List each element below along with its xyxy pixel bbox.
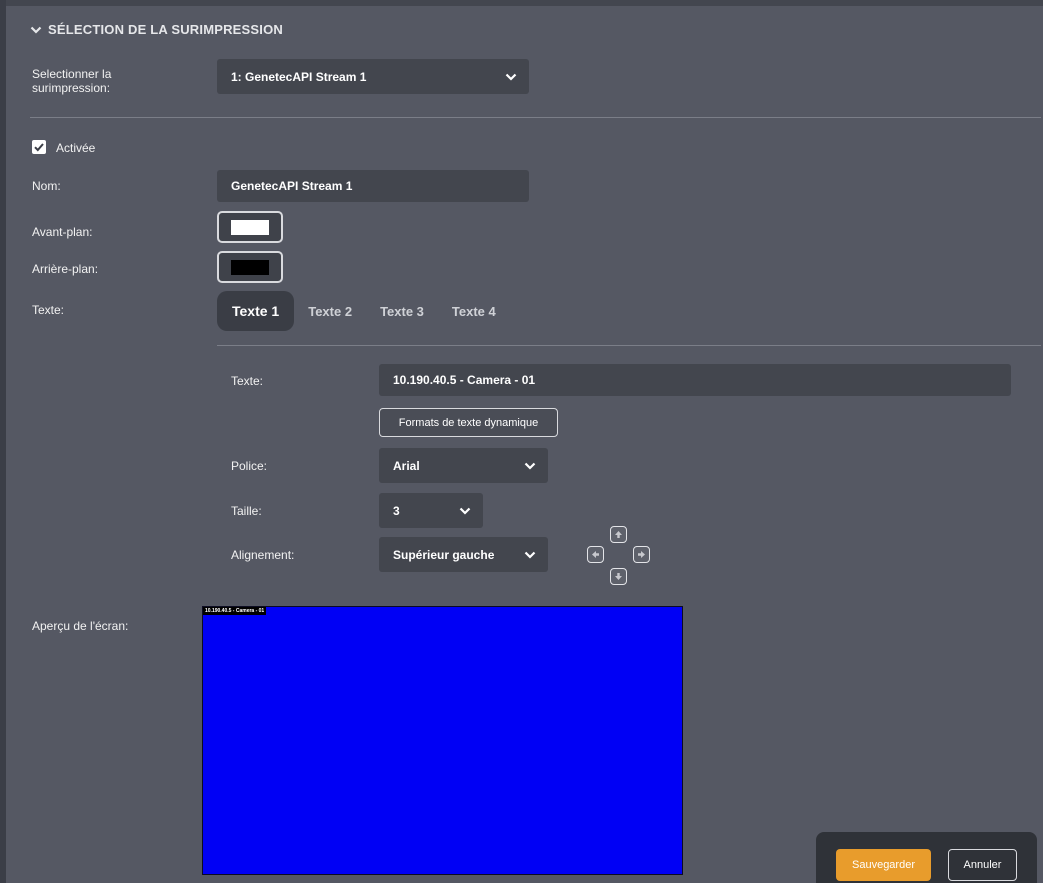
text-tabs-label: Texte: — [32, 303, 65, 317]
top-edge — [0, 0, 1043, 6]
text-tabs: Texte 1 Texte 2 Texte 3 Texte 4 — [217, 291, 510, 331]
name-input[interactable]: GenetecAPI Stream 1 — [217, 170, 529, 202]
chevron-down-icon — [459, 507, 471, 515]
section-title: SÉLECTION DE LA SURIMPRESSION — [48, 22, 284, 37]
text-field-label: Texte: — [231, 374, 264, 388]
screen-preview: 10.190.40.5 - Camera - 01 — [202, 606, 683, 875]
left-edge — [0, 0, 6, 883]
tab-texte-3[interactable]: Texte 3 — [366, 291, 438, 331]
move-left-button[interactable] — [587, 546, 604, 563]
section-header[interactable]: SÉLECTION DE LA SURIMPRESSION — [30, 22, 283, 37]
arrow-up-icon — [615, 531, 622, 538]
size-select-value: 3 — [393, 503, 400, 518]
tab-texte-2[interactable]: Texte 2 — [294, 291, 366, 331]
arrow-right-icon — [638, 551, 645, 558]
tab-texte-1[interactable]: Texte 1 — [217, 291, 295, 331]
foreground-color-picker[interactable] — [217, 211, 283, 243]
name-input-value: GenetecAPI Stream 1 — [231, 179, 353, 193]
foreground-color-swatch — [231, 220, 269, 235]
preview-label: Aperçu de l'écran: — [32, 619, 129, 633]
section-divider — [30, 117, 1041, 118]
size-select[interactable]: 3 — [379, 493, 483, 528]
overlay-select[interactable]: 1: GenetecAPI Stream 1 — [217, 59, 529, 94]
arrow-left-icon — [592, 551, 599, 558]
move-up-button[interactable] — [610, 526, 627, 543]
chevron-down-icon — [505, 73, 517, 81]
preview-overlay-text: 10.190.40.5 - Camera - 01 — [203, 607, 267, 615]
font-select-value: Arial — [393, 458, 420, 473]
move-down-button[interactable] — [610, 568, 627, 585]
enabled-label: Activée — [56, 141, 96, 155]
dynamic-text-formats-button[interactable]: Formats de texte dynamique — [379, 408, 558, 437]
move-right-button[interactable] — [633, 546, 650, 563]
text-input[interactable]: 10.190.40.5 - Camera - 01 — [379, 364, 1011, 396]
chevron-down-icon — [30, 26, 42, 34]
size-label: Taille: — [231, 504, 262, 518]
font-select[interactable]: Arial — [379, 448, 548, 483]
overlay-settings-panel: SÉLECTION DE LA SURIMPRESSION Selectionn… — [0, 0, 1043, 883]
overlay-select-value: 1: GenetecAPI Stream 1 — [231, 69, 367, 84]
alignment-select-value: Supérieur gauche — [393, 547, 495, 562]
background-color-swatch — [231, 260, 269, 275]
tabs-divider — [217, 345, 1041, 346]
tab-texte-4[interactable]: Texte 4 — [438, 291, 510, 331]
font-label: Police: — [231, 459, 268, 473]
alignment-select[interactable]: Supérieur gauche — [379, 537, 548, 572]
text-input-value: 10.190.40.5 - Camera - 01 — [393, 373, 536, 387]
chevron-down-icon — [524, 551, 536, 559]
arrow-down-icon — [615, 573, 622, 580]
chevron-down-icon — [524, 462, 536, 470]
save-button[interactable]: Sauvegarder — [836, 849, 931, 881]
overlay-select-label: Selectionner la surimpression: — [32, 67, 112, 95]
background-label: Arrière-plan: — [32, 262, 99, 276]
enabled-checkbox[interactable] — [32, 140, 46, 154]
cancel-button[interactable]: Annuler — [948, 849, 1017, 881]
checkmark-icon — [34, 143, 44, 152]
name-label: Nom: — [32, 179, 61, 193]
foreground-label: Avant-plan: — [32, 225, 93, 239]
background-color-picker[interactable] — [217, 251, 283, 283]
alignment-label: Alignement: — [231, 548, 295, 562]
